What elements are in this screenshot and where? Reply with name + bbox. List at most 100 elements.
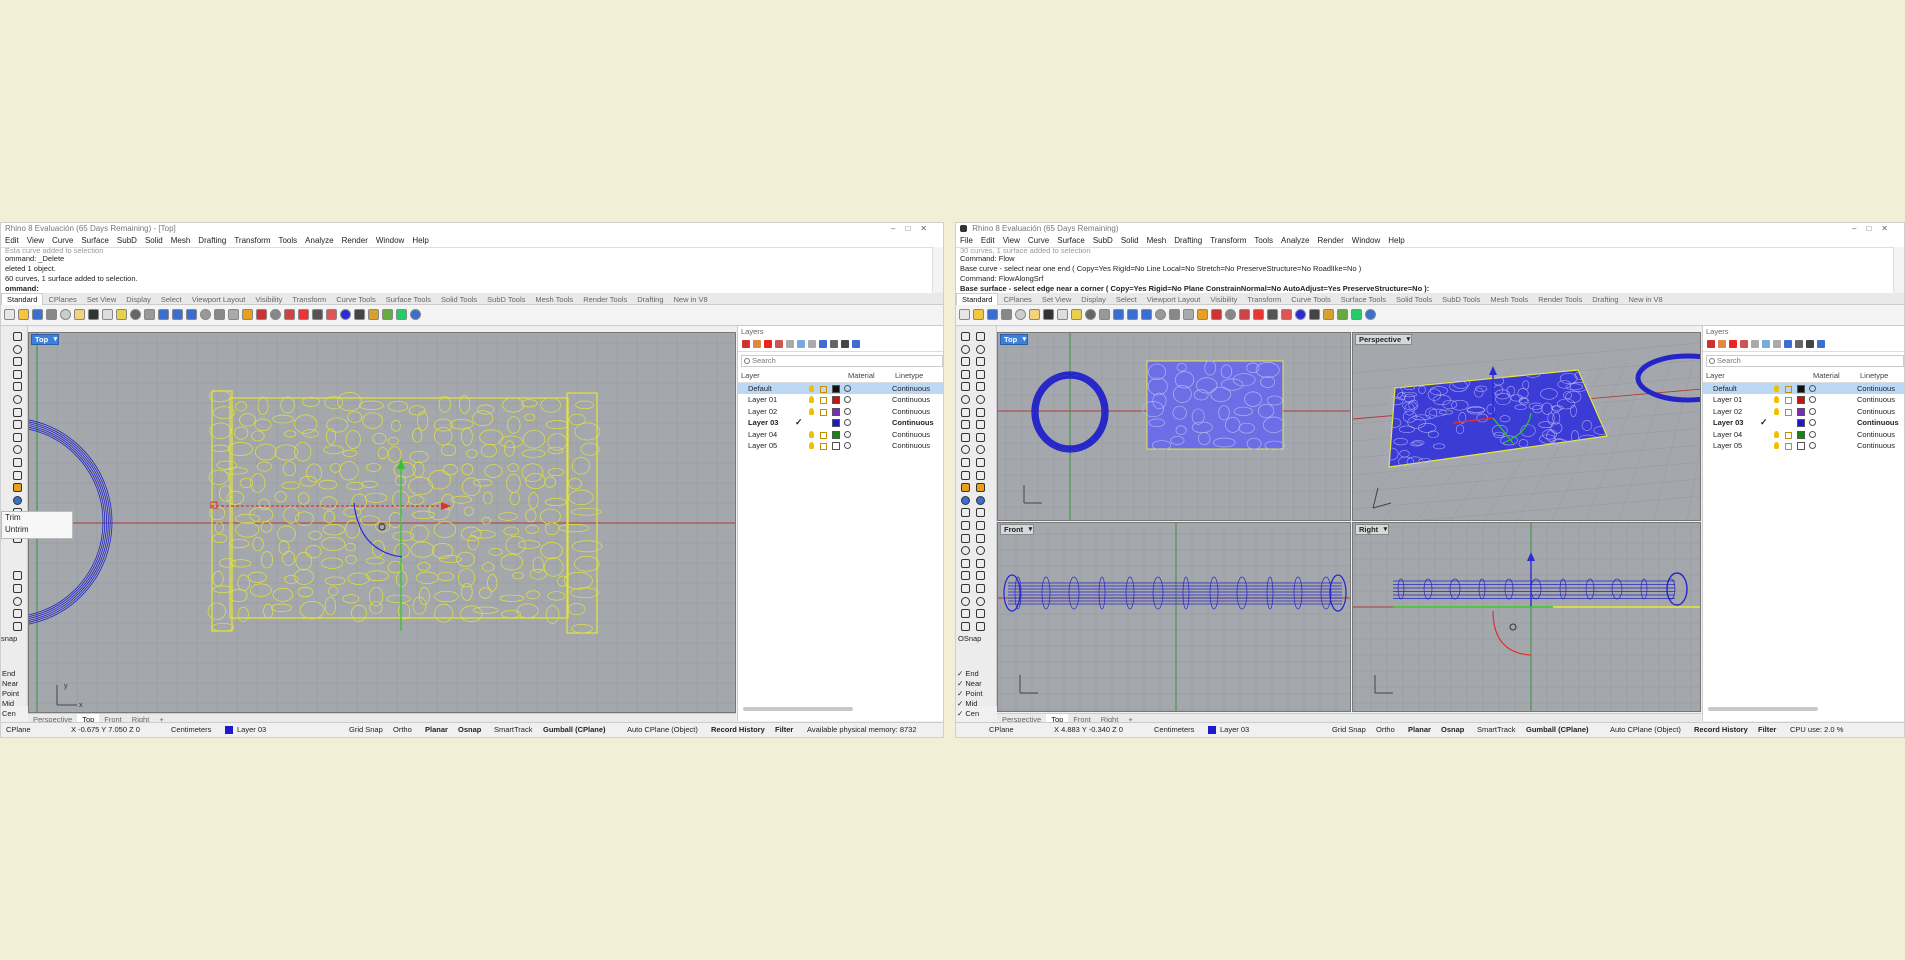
layer-row[interactable]: Layer 02 Continuous: [1703, 406, 1904, 418]
visibility-bulb-icon[interactable]: [1774, 430, 1779, 438]
layer-tool-icon[interactable]: [764, 340, 772, 348]
visibility-bulb-icon[interactable]: [809, 396, 814, 403]
tool-icon[interactable]: [976, 558, 985, 568]
tab-visibility[interactable]: Visibility: [250, 294, 287, 305]
layer-tool-icon[interactable]: [797, 340, 805, 348]
layer-tool-icon[interactable]: [775, 340, 783, 348]
layer-tool-icon[interactable]: [1718, 340, 1726, 348]
tool-icon[interactable]: [13, 609, 22, 619]
column-layer[interactable]: Layer: [1706, 370, 1725, 382]
layer-tool-icon[interactable]: [1729, 340, 1737, 348]
layer-tool-icon[interactable]: [1762, 340, 1770, 348]
tool-icon[interactable]: [961, 483, 970, 493]
lock-icon[interactable]: [1785, 431, 1792, 439]
tab-solid-tools[interactable]: Solid Tools: [436, 294, 482, 305]
menu-view[interactable]: View: [999, 235, 1024, 247]
tool-icon[interactable]: [976, 395, 985, 404]
toolbar-button-icon[interactable]: [1351, 309, 1362, 320]
toolbar-button-icon[interactable]: [1253, 309, 1264, 320]
column-material[interactable]: Material: [848, 370, 875, 382]
tool-icon[interactable]: [961, 546, 970, 556]
osnap-end[interactable]: End: [1, 669, 27, 679]
material-icon[interactable]: [844, 384, 851, 392]
toolbar-button-icon[interactable]: [1085, 309, 1096, 320]
tool-icon[interactable]: [13, 332, 22, 341]
menu-render[interactable]: Render: [1314, 235, 1348, 247]
top-viewport-canvas[interactable]: [998, 333, 1351, 521]
layer-tool-icon[interactable]: [819, 340, 827, 348]
toolbar-button-icon[interactable]: [144, 309, 155, 320]
window-controls[interactable]: –□✕: [891, 223, 937, 235]
visibility-bulb-icon[interactable]: [1774, 442, 1779, 449]
osnap-near[interactable]: Near: [1, 679, 27, 689]
menu-drafting[interactable]: Drafting: [1170, 235, 1206, 247]
osnap-cen[interactable]: Cen: [1, 709, 27, 719]
front-viewport[interactable]: Front: [997, 522, 1351, 712]
tool-icon[interactable]: [961, 432, 970, 442]
viewport-label-top[interactable]: Top: [1000, 334, 1029, 345]
tool-icon[interactable]: [961, 495, 970, 505]
toolbar-button-icon[interactable]: [326, 309, 337, 320]
layer-color-swatch[interactable]: [1797, 396, 1805, 404]
layer-color-swatch[interactable]: [1797, 419, 1805, 427]
layer-row[interactable]: Layer 03 ✓ Continuous: [738, 417, 943, 429]
toolbar-button-icon[interactable]: [1015, 309, 1026, 320]
tool-icon[interactable]: [961, 533, 970, 543]
menu-view[interactable]: View: [23, 235, 48, 247]
toolbar-button-icon[interactable]: [270, 309, 281, 320]
tool-icon[interactable]: [976, 407, 985, 417]
toolbar-button-icon[interactable]: [1211, 309, 1222, 320]
layer-row[interactable]: Layer 01 Continuous: [1703, 394, 1904, 406]
tab-drafting[interactable]: Drafting: [1587, 294, 1623, 305]
lock-icon[interactable]: [820, 443, 827, 450]
tool-icon[interactable]: [976, 609, 985, 619]
toolbar-button-icon[interactable]: [1323, 309, 1334, 320]
osnap-mid[interactable]: Mid: [1, 699, 27, 709]
tool-icon[interactable]: [976, 382, 985, 392]
menu-mesh[interactable]: Mesh: [167, 235, 195, 247]
layer-tool-icon[interactable]: [852, 340, 860, 348]
menu-render[interactable]: Render: [338, 235, 372, 247]
layer-search-input[interactable]: Search: [1706, 355, 1904, 367]
layer-color-swatch[interactable]: [1797, 442, 1805, 450]
toolbar-button-icon[interactable]: [382, 309, 393, 320]
tab-set-view[interactable]: Set View: [82, 294, 121, 305]
lock-icon[interactable]: [1785, 443, 1792, 450]
menu-tools[interactable]: Tools: [274, 235, 301, 247]
material-icon[interactable]: [1809, 442, 1816, 449]
tab-curve-tools[interactable]: Curve Tools: [331, 294, 380, 305]
menu-solid[interactable]: Solid: [1117, 235, 1143, 247]
lock-icon[interactable]: [820, 385, 827, 393]
tool-icon[interactable]: [976, 432, 985, 442]
menu-tools[interactable]: Tools: [1250, 235, 1277, 247]
tool-icon[interactable]: [961, 369, 970, 379]
toolbar-button-icon[interactable]: [1113, 309, 1124, 320]
toolbar-button-icon[interactable]: [116, 309, 127, 320]
layer-tool-icon[interactable]: [1817, 340, 1825, 348]
top-viewport[interactable]: Top: [997, 332, 1351, 521]
layer-row[interactable]: Layer 05 Continuous: [1703, 440, 1904, 452]
menu-window[interactable]: Window: [1348, 235, 1384, 247]
toolbar-button-icon[interactable]: [298, 309, 309, 320]
tab-solid-tools[interactable]: Solid Tools: [1391, 294, 1437, 305]
toolbar-button-icon[interactable]: [32, 309, 43, 320]
tool-icon[interactable]: [13, 395, 22, 404]
toolbar-button-icon[interactable]: [242, 309, 253, 320]
column-material[interactable]: Material: [1813, 370, 1840, 382]
layer-row[interactable]: Layer 03 ✓ Continuous: [1703, 417, 1904, 429]
tool-icon[interactable]: [13, 621, 22, 631]
material-icon[interactable]: [1809, 396, 1816, 403]
material-icon[interactable]: [1809, 384, 1816, 392]
tab-display[interactable]: Display: [1076, 294, 1111, 305]
tool-icon[interactable]: [961, 445, 970, 455]
untrim-item[interactable]: Untrim: [2, 524, 72, 536]
layer-search-input[interactable]: Search: [741, 355, 943, 367]
status-layer[interactable]: Layer 03: [1208, 723, 1249, 737]
tab-render-tools[interactable]: Render Tools: [1533, 294, 1587, 305]
tool-icon[interactable]: [976, 621, 985, 631]
tool-icon[interactable]: [976, 508, 985, 518]
layer-row[interactable]: Layer 02 Continuous: [738, 406, 943, 418]
toolbar-button-icon[interactable]: [1295, 309, 1306, 320]
tool-icon[interactable]: [13, 584, 22, 593]
tab-visibility[interactable]: Visibility: [1205, 294, 1242, 305]
